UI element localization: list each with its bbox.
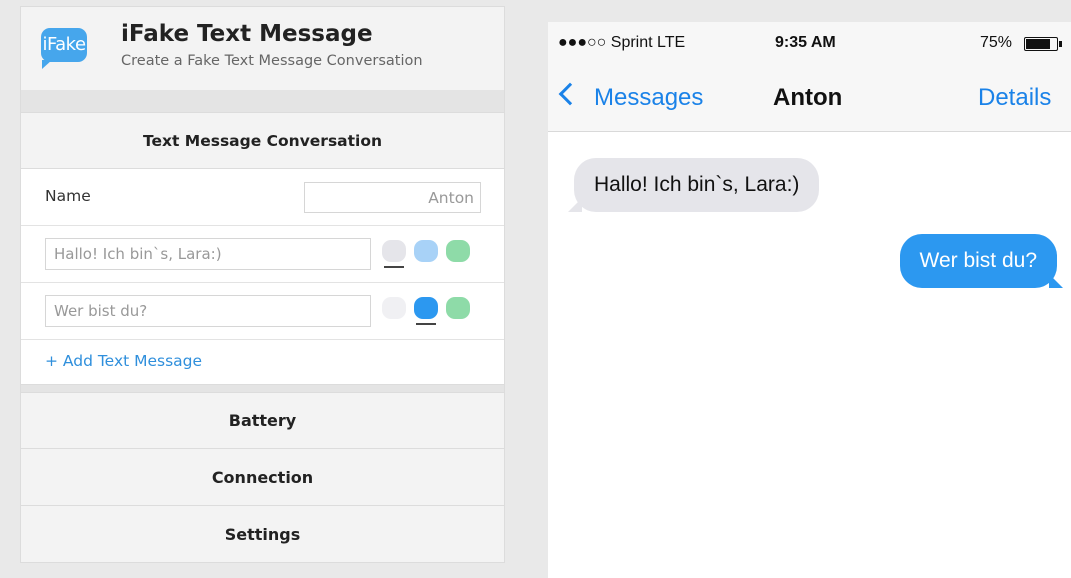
ifake-logo: iFake	[41, 28, 87, 69]
add-text-message-link[interactable]: + Add Text Message	[45, 352, 202, 370]
nav-bar: Messages Anton Details	[548, 64, 1071, 132]
contact-name: Anton	[773, 84, 843, 111]
details-button[interactable]: Details	[978, 84, 1051, 112]
battery-percent: 75%	[980, 34, 1013, 51]
back-button[interactable]: Messages	[594, 84, 703, 112]
app-header: iFake iFake Text Message Create a Fake T…	[20, 6, 505, 90]
section-header-conversation[interactable]: Text Message Conversation	[20, 112, 505, 169]
divider	[20, 90, 505, 112]
status-bar: ●●●○○ Sprint LTE 9:35 AM 75%	[548, 22, 1071, 64]
divider	[20, 385, 505, 392]
editor-panel: iFake iFake Text Message Create a Fake T…	[20, 6, 505, 572]
phone-preview: ●●●○○ Sprint LTE 9:35 AM 75% Messages An…	[548, 22, 1071, 578]
name-input[interactable]	[304, 182, 481, 213]
battery-fill	[1026, 39, 1050, 49]
gray-bubble-option[interactable]	[382, 297, 406, 319]
app-subtitle: Create a Fake Text Message Conversation	[121, 53, 423, 69]
battery-icon	[1024, 37, 1058, 51]
blue-bubble-option[interactable]	[414, 297, 438, 325]
section-header-battery[interactable]: Battery	[20, 392, 505, 449]
blue-bubble-option[interactable]	[414, 240, 438, 262]
gray-bubble-option[interactable]	[382, 240, 406, 268]
battery-tip-icon	[1059, 41, 1062, 47]
message-input-2[interactable]	[45, 295, 371, 327]
bubble-style-picker	[382, 297, 474, 327]
name-label: Name	[45, 187, 91, 205]
chevron-left-icon[interactable]	[558, 82, 582, 106]
green-bubble-option[interactable]	[446, 240, 470, 262]
section-header-settings[interactable]: Settings	[20, 506, 505, 563]
sent-message-bubble: Wer bist du?	[899, 234, 1063, 288]
received-message-bubble: Hallo! Ich bin`s, Lara:)	[567, 158, 820, 212]
bubble-style-picker	[382, 240, 474, 270]
conversation-card: Name + Add Text Message	[20, 169, 505, 385]
carrier-signal: ●●●○○ Sprint LTE	[558, 34, 686, 51]
message-input-1[interactable]	[45, 238, 371, 270]
status-time: 9:35 AM	[775, 34, 836, 51]
section-header-connection[interactable]: Connection	[20, 449, 505, 506]
name-row: Name	[21, 169, 504, 226]
green-bubble-option[interactable]	[446, 297, 470, 319]
app-title: iFake Text Message	[121, 21, 373, 47]
message-row	[21, 226, 504, 283]
add-message-row: + Add Text Message	[21, 340, 504, 384]
message-row	[21, 283, 504, 340]
